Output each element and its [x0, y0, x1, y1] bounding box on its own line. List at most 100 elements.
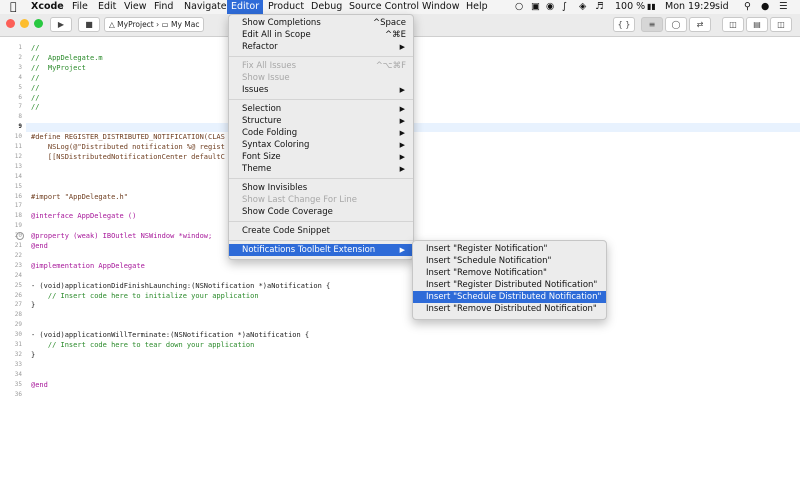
line-number[interactable]: 27: [0, 301, 22, 308]
outlet-connection-icon[interactable]: [16, 232, 24, 240]
menu-item-create-code-snippet[interactable]: Create Code Snippet: [229, 225, 413, 237]
wifi-icon[interactable]: ◈: [575, 0, 590, 14]
code-line[interactable]: }: [31, 351, 35, 359]
stop-button[interactable]: ■: [78, 17, 100, 32]
submenu-item[interactable]: Insert "Register Distributed Notificatio…: [413, 279, 606, 291]
version-editor-button[interactable]: ⇄: [689, 17, 711, 32]
menu-item-show-invisibles[interactable]: Show Invisibles: [229, 182, 413, 194]
menu-item-show-completions[interactable]: Show Completions ^Space: [229, 17, 413, 29]
line-number[interactable]: 6: [0, 94, 22, 101]
code-line[interactable]: // MyProject: [31, 64, 86, 72]
code-line[interactable]: // Insert code here to tear down your ap…: [31, 341, 255, 349]
line-number[interactable]: 26: [0, 292, 22, 299]
line-number[interactable]: 1: [0, 44, 22, 51]
menu-xcode[interactable]: Xcode: [27, 0, 68, 14]
line-number[interactable]: 21: [0, 242, 22, 249]
line-number[interactable]: 11: [0, 143, 22, 150]
code-line[interactable]: [[NSDistributedNotificationCenter defaul…: [31, 153, 225, 161]
bluetooth-icon[interactable]: ∫: [558, 0, 571, 14]
line-number[interactable]: 14: [0, 173, 22, 180]
code-line[interactable]: #define REGISTER_DISTRIBUTED_NOTIFICATIO…: [31, 133, 225, 141]
code-line[interactable]: //: [31, 94, 39, 102]
line-number[interactable]: 12: [0, 153, 22, 160]
line-number[interactable]: 24: [0, 272, 22, 279]
line-number[interactable]: 17: [0, 202, 22, 209]
zoom-window-button[interactable]: [34, 19, 43, 28]
search-icon[interactable]: ⚲: [740, 0, 755, 14]
apple-icon[interactable]: : [6, 0, 21, 14]
menu-item-issues[interactable]: Issues ▶: [229, 84, 413, 96]
menu-item-code-folding[interactable]: Code Folding ▶: [229, 127, 413, 139]
line-number[interactable]: 25: [0, 282, 22, 289]
line-number[interactable]: 23: [0, 262, 22, 269]
code-line[interactable]: }: [31, 301, 35, 309]
code-line[interactable]: #import "AppDelegate.h": [31, 193, 128, 201]
debug-area-toggle-button[interactable]: ▤: [746, 17, 768, 32]
assistant-editor-button[interactable]: ◯: [665, 17, 687, 32]
library-button[interactable]: { }: [613, 17, 635, 32]
line-number[interactable]: 16: [0, 193, 22, 200]
submenu-item[interactable]: Insert "Schedule Distributed Notificatio…: [413, 291, 606, 303]
code-line[interactable]: // Insert code here to initialize your a…: [31, 292, 259, 300]
navigator-toggle-button[interactable]: ◫: [722, 17, 744, 32]
code-line[interactable]: @implementation AppDelegate: [31, 262, 145, 270]
run-button[interactable]: ▶: [50, 17, 72, 32]
code-line[interactable]: //: [31, 74, 39, 82]
line-number[interactable]: 36: [0, 391, 22, 398]
line-number[interactable]: 28: [0, 311, 22, 318]
line-number[interactable]: 9: [0, 123, 22, 130]
menu-file[interactable]: File: [68, 0, 92, 14]
menu-item-selection[interactable]: Selection ▶: [229, 103, 413, 115]
code-line[interactable]: NSLog(@"Distributed notification %@ regi…: [31, 143, 225, 151]
line-number[interactable]: 29: [0, 321, 22, 328]
menu-item-structure[interactable]: Structure ▶: [229, 115, 413, 127]
menu-help[interactable]: Help: [462, 0, 492, 14]
menu-editor[interactable]: Editor: [227, 0, 264, 14]
status-icon-3[interactable]: ◉: [542, 0, 558, 14]
code-line[interactable]: //: [31, 103, 39, 111]
submenu-item[interactable]: Insert "Remove Notification": [413, 267, 606, 279]
line-number[interactable]: 2: [0, 54, 22, 61]
menu-item-show-code-coverage[interactable]: Show Code Coverage: [229, 206, 413, 218]
line-number[interactable]: 8: [0, 113, 22, 120]
menu-debug[interactable]: Debug: [307, 0, 346, 14]
user-name[interactable]: sid: [711, 0, 733, 14]
close-window-button[interactable]: [6, 19, 15, 28]
code-line[interactable]: @end: [31, 242, 48, 250]
line-number[interactable]: 5: [0, 84, 22, 91]
line-number[interactable]: 30: [0, 331, 22, 338]
menu-product[interactable]: Product: [264, 0, 308, 14]
code-line[interactable]: //: [31, 44, 39, 52]
line-number[interactable]: 3: [0, 64, 22, 71]
line-number[interactable]: 10: [0, 133, 22, 140]
menu-item-edit-all-in-scope[interactable]: Edit All in Scope ^⌘E: [229, 29, 413, 41]
menu-item-syntax-coloring[interactable]: Syntax Coloring ▶: [229, 139, 413, 151]
inspector-toggle-button[interactable]: ◫: [770, 17, 792, 32]
menu-edit[interactable]: Edit: [94, 0, 120, 14]
code-line[interactable]: - (void)applicationWillTerminate:(NSNoti…: [31, 331, 309, 339]
menu-item-font-size[interactable]: Font Size ▶: [229, 151, 413, 163]
line-number[interactable]: 32: [0, 351, 22, 358]
list-icon[interactable]: ☰: [775, 0, 792, 14]
line-number[interactable]: 7: [0, 103, 22, 110]
menu-view[interactable]: View: [120, 0, 151, 14]
line-number[interactable]: 33: [0, 361, 22, 368]
code-line[interactable]: // AppDelegate.m: [31, 54, 103, 62]
submenu-item[interactable]: Insert "Schedule Notification": [413, 255, 606, 267]
line-number[interactable]: 15: [0, 183, 22, 190]
siri-icon[interactable]: ●: [757, 0, 773, 14]
submenu-item[interactable]: Insert "Register Notification": [413, 243, 606, 255]
menu-item-theme[interactable]: Theme ▶: [229, 163, 413, 175]
status-icon-1[interactable]: ○: [511, 0, 527, 14]
menu-find[interactable]: Find: [150, 0, 177, 14]
battery-icon[interactable]: ▮▮: [643, 0, 660, 14]
code-line[interactable]: - (void)applicationDidFinishLaunching:(N…: [31, 282, 330, 290]
line-number[interactable]: 31: [0, 341, 22, 348]
menu-navigate[interactable]: Navigate: [180, 0, 231, 14]
line-number[interactable]: 34: [0, 371, 22, 378]
code-line[interactable]: @interface AppDelegate (): [31, 212, 136, 220]
standard-editor-button[interactable]: ≡: [641, 17, 663, 32]
submenu-item[interactable]: Insert "Remove Distributed Notification": [413, 303, 606, 315]
code-line[interactable]: @end: [31, 381, 48, 389]
volume-icon[interactable]: ♬: [591, 0, 608, 14]
